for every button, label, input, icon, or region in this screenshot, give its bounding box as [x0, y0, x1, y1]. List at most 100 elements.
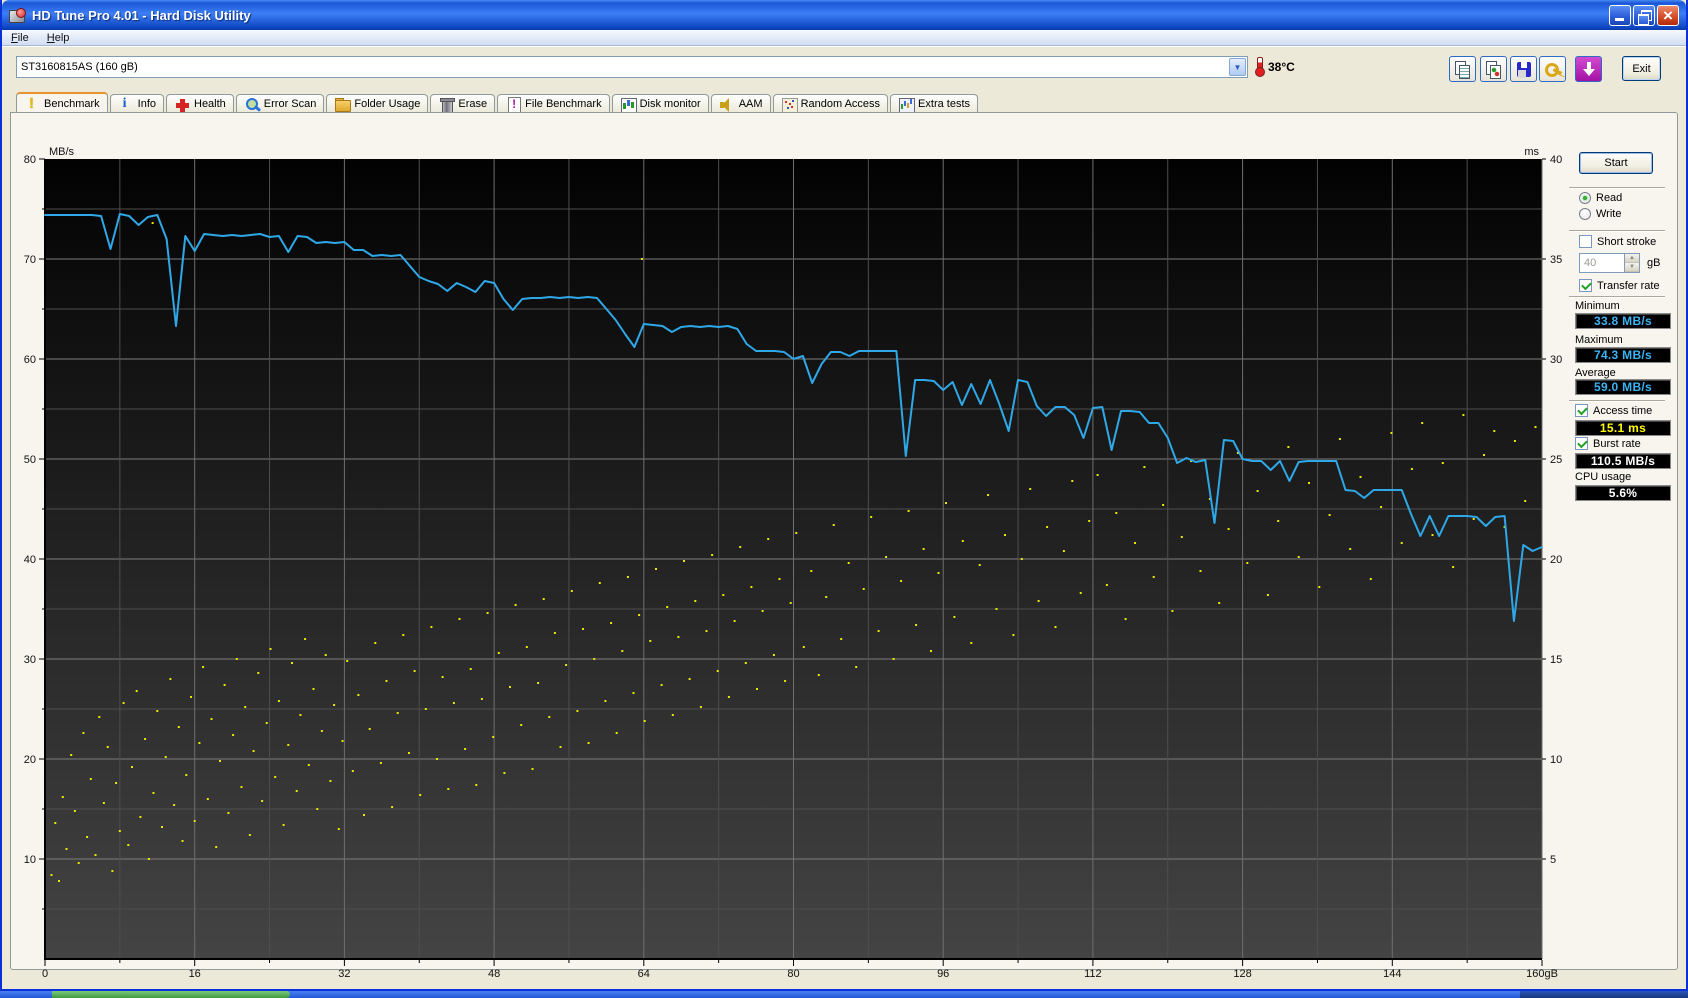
cpu-usage-value: 5.6% [1575, 485, 1671, 501]
close-button[interactable] [1657, 4, 1679, 26]
radio-selected-icon [1579, 192, 1591, 204]
info-icon [118, 96, 134, 112]
exit-button[interactable]: Exit [1622, 56, 1661, 81]
read-radio[interactable]: Read [1579, 192, 1622, 204]
arrow-down-icon[interactable]: ▼ [1625, 263, 1639, 272]
tab-label: File Benchmark [525, 98, 602, 110]
tab-label: AAM [738, 98, 763, 110]
copy-text-button[interactable] [1449, 56, 1476, 82]
average-label: Average [1575, 367, 1616, 379]
tab-error-scan[interactable]: Error Scan [235, 94, 325, 113]
arrow-up-icon[interactable]: ▲ [1625, 254, 1639, 263]
divider [1569, 296, 1665, 298]
short-stroke-size-stepper[interactable]: 40 ▲ ▼ [1579, 253, 1640, 273]
write-label: Write [1596, 208, 1622, 220]
tab-benchmark[interactable]: Benchmark [16, 92, 108, 113]
file-icon [505, 96, 522, 114]
restore-button[interactable] [1633, 4, 1655, 26]
tab-random-access[interactable]: Random Access [772, 94, 889, 113]
start-button[interactable]: Start [1579, 152, 1653, 174]
save-button[interactable] [1510, 56, 1537, 82]
taskbar [0, 991, 1688, 998]
copy-image-button[interactable] [1480, 56, 1507, 82]
scatter-icon [781, 97, 798, 113]
transfer-rate-label: Transfer rate [1597, 279, 1660, 292]
stepper-arrows[interactable]: ▲ ▼ [1625, 253, 1640, 273]
drive-select[interactable]: ST3160815AS (160 gB) ▼ [16, 56, 1248, 78]
tab-info[interactable]: Info [109, 94, 164, 113]
maximum-value: 74.3 MB/s [1575, 347, 1671, 363]
window-title: HD Tune Pro 4.01 - Hard Disk Utility [32, 7, 251, 23]
floppy-disk-icon [1511, 57, 1536, 81]
toolbar: ST3160815AS (160 gB) ▼ 38°C Exit [2, 46, 1686, 88]
start-button-taskbar[interactable] [52, 991, 290, 998]
short-stroke-size-value[interactable]: 40 [1579, 253, 1625, 273]
access-time-value: 15.1 ms [1575, 420, 1671, 436]
control-panel: Start Read Write Short stroke 40 ▲ ▼ gB T… [1567, 145, 1679, 665]
taskbar-item[interactable] [1520, 991, 1688, 998]
tab-label: Extra tests [918, 98, 971, 110]
tab-bar: Benchmark Info Health Error Scan Folder … [16, 92, 980, 114]
minimum-label: Minimum [1575, 300, 1620, 312]
tab-file-benchmark[interactable]: File Benchmark [497, 94, 610, 114]
tab-disk-monitor[interactable]: Disk monitor [611, 94, 709, 113]
copy-text-icon [1450, 57, 1475, 81]
divider [1569, 400, 1665, 402]
benchmark-page [10, 112, 1678, 970]
health-cross-icon [174, 97, 190, 112]
minimum-value: 33.8 MB/s [1575, 313, 1671, 329]
radio-icon [1579, 208, 1591, 220]
drive-select-value: ST3160815AS (160 gB) [21, 61, 138, 73]
thermometer-icon [1255, 57, 1265, 77]
tab-label: Error Scan [263, 98, 317, 110]
tab-label: Random Access [800, 98, 881, 110]
tab-folder-usage[interactable]: Folder Usage [326, 94, 429, 113]
burst-rate-checkbox[interactable]: Burst rate [1575, 437, 1641, 450]
burst-rate-value: 110.5 MB/s [1575, 453, 1671, 469]
access-time-checkbox[interactable]: Access time [1575, 404, 1652, 417]
tab-label: Folder Usage [354, 98, 421, 110]
bar-chart-icon [620, 97, 637, 113]
access-time-label: Access time [1593, 404, 1653, 417]
short-stroke-label: Short stroke [1597, 235, 1657, 248]
chevron-down-icon[interactable]: ▼ [1229, 58, 1246, 76]
tab-label: Erase [458, 98, 488, 110]
tab-label: Disk monitor [639, 98, 701, 110]
tab-label: Health [194, 98, 226, 110]
read-label: Read [1596, 192, 1623, 204]
menu-help[interactable]: Help [38, 31, 79, 45]
temperature-value: 38°C [1268, 60, 1295, 74]
chart-icon [898, 97, 916, 113]
tab-label: Info [137, 98, 156, 110]
gb-unit-label: gB [1647, 257, 1661, 269]
tab-health[interactable]: Health [166, 94, 234, 113]
menu-bar: File Help [2, 30, 1686, 46]
minimize-button[interactable] [1609, 4, 1631, 26]
divider [1569, 187, 1665, 189]
tab-erase[interactable]: Erase [430, 94, 496, 114]
folder-icon [334, 97, 352, 112]
arrow-down-icon [1576, 57, 1601, 81]
short-stroke-checkbox[interactable]: Short stroke [1579, 235, 1656, 248]
checkbox-icon [1579, 235, 1592, 248]
options-button[interactable] [1539, 56, 1566, 82]
title-bar: HD Tune Pro 4.01 - Hard Disk Utility [2, 0, 1686, 30]
maximum-label: Maximum [1575, 334, 1623, 346]
capture-button[interactable] [1575, 56, 1602, 82]
speaker-icon [719, 97, 735, 112]
trash-icon [438, 97, 456, 114]
write-radio[interactable]: Write [1579, 208, 1621, 220]
copy-image-icon [1481, 57, 1506, 81]
magnifier-icon [244, 97, 260, 112]
transfer-rate-checkbox[interactable]: Transfer rate [1579, 279, 1660, 292]
temperature-indicator: 38°C [1255, 57, 1295, 77]
tab-aam[interactable]: AAM [710, 94, 771, 113]
checkbox-checked-icon [1575, 404, 1588, 417]
checkbox-checked-icon [1575, 437, 1588, 450]
menu-file[interactable]: File [2, 31, 38, 45]
average-value: 59.0 MB/s [1575, 379, 1671, 395]
divider [1569, 230, 1665, 232]
key-icon [1540, 57, 1565, 81]
burst-rate-label: Burst rate [1593, 437, 1641, 450]
tab-extra-tests[interactable]: Extra tests [890, 94, 979, 113]
